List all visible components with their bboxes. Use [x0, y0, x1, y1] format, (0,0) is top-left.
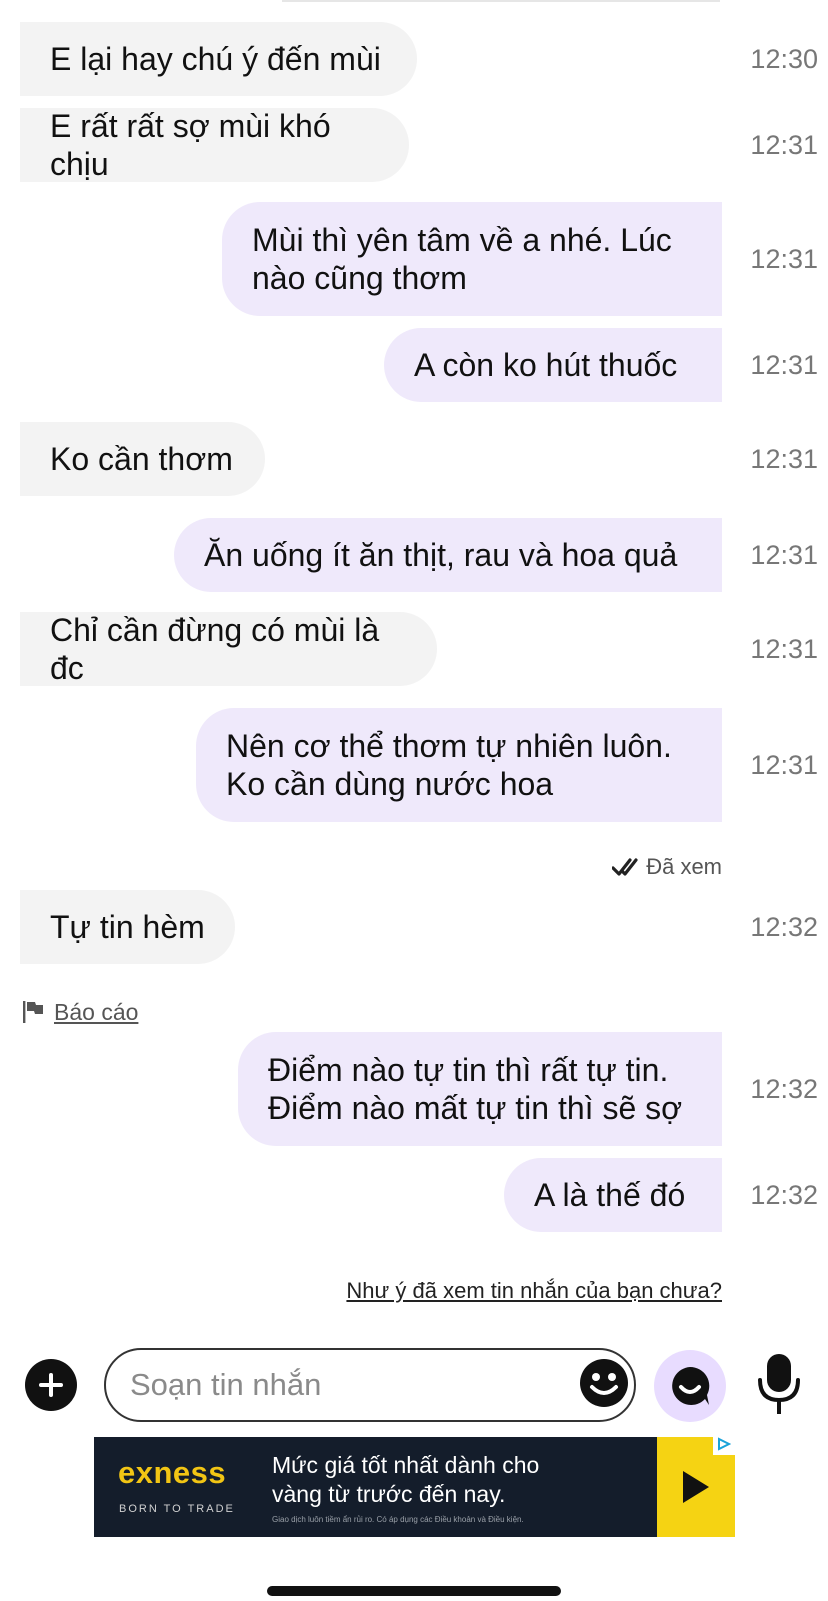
emoji-icon[interactable]: [578, 1357, 630, 1409]
sticker-icon: [672, 1366, 710, 1405]
message-timestamp: 12:31: [750, 243, 818, 274]
add-attachment-icon[interactable]: [25, 1359, 77, 1411]
ad-choices-icon[interactable]: [713, 1433, 735, 1455]
ad-fine-print: Giao dịch luôn tiềm ẩn rủi ro. Có áp dụn…: [272, 1515, 524, 1524]
message-bubble[interactable]: A là thế đó: [504, 1158, 722, 1232]
report-link[interactable]: Báo cáo: [22, 997, 138, 1027]
ad-tagline: BORN TO TRADE: [119, 1503, 235, 1515]
incoming-message: E lại hay chú ý đến mùi 12:30: [0, 22, 828, 96]
seen-prompt-link[interactable]: Như ý đã xem tin nhắn của bạn chưa?: [346, 1278, 722, 1304]
ad-banner[interactable]: exness BORN TO TRADE Mức giá tốt nhất dà…: [94, 1433, 735, 1537]
report-label[interactable]: Báo cáo: [54, 999, 138, 1026]
message-bubble[interactable]: Điểm nào tự tin thì rất tự tin. Điểm nào…: [238, 1032, 722, 1146]
message-timestamp: 12:32: [750, 1073, 818, 1104]
message-bubble[interactable]: Tự tin hèm: [20, 890, 235, 964]
sticker-button[interactable]: [654, 1350, 726, 1422]
outgoing-message: Điểm nào tự tin thì rất tự tin. Điểm nào…: [0, 1032, 828, 1146]
outgoing-message: Ăn uống ít ăn thịt, rau và hoa quả 12:31: [0, 518, 828, 592]
flag-icon: [23, 1001, 43, 1023]
message-input-placeholder: Soạn tin nhắn: [130, 1367, 322, 1402]
incoming-message: Tự tin hèm 12:32: [0, 890, 828, 964]
message-bubble[interactable]: Nên cơ thể thơm tự nhiên luôn. Ko cần dù…: [196, 708, 722, 822]
outgoing-message: Nên cơ thể thơm tự nhiên luôn. Ko cần dù…: [0, 708, 828, 822]
play-icon: [683, 1471, 709, 1503]
seen-indicator: Đã xem: [612, 852, 722, 882]
message-bubble[interactable]: Mùi thì yên tâm về a nhé. Lúc nào cũng t…: [222, 202, 722, 316]
incoming-message: Ko cần thơm 12:31: [0, 422, 828, 496]
message-bubble[interactable]: Ko cần thơm: [20, 422, 265, 496]
outgoing-message: Mùi thì yên tâm về a nhé. Lúc nào cũng t…: [0, 202, 828, 316]
message-bubble[interactable]: Chỉ cần đừng có mùi là đc: [20, 612, 437, 686]
message-timestamp: 12:31: [750, 749, 818, 780]
home-indicator: [267, 1586, 561, 1596]
message-input[interactable]: Soạn tin nhắn: [104, 1348, 636, 1422]
message-timestamp: 12:31: [750, 349, 818, 380]
message-bubble[interactable]: E rất rất sợ mùi khó chịu: [20, 108, 409, 182]
composer-bar: Soạn tin nhắn: [0, 1345, 828, 1425]
outgoing-message: A còn ko hút thuốc 12:31: [0, 328, 828, 402]
message-timestamp: 12:32: [750, 911, 818, 942]
message-timestamp: 12:31: [750, 443, 818, 474]
ad-headline: Mức giá tốt nhất dành cho vàng từ trước …: [272, 1452, 540, 1507]
message-timestamp: 12:31: [750, 539, 818, 570]
message-timestamp: 12:31: [750, 129, 818, 160]
incoming-message: Chỉ cần đừng có mùi là đc 12:31: [0, 612, 828, 686]
message-bubble[interactable]: E lại hay chú ý đến mùi: [20, 22, 417, 96]
message-timestamp: 12:30: [750, 43, 818, 74]
message-timestamp: 12:32: [750, 1179, 818, 1210]
microphone-icon[interactable]: [757, 1352, 801, 1416]
ad-brand-logo: exness: [118, 1455, 227, 1490]
message-timestamp: 12:31: [750, 633, 818, 664]
double-check-icon: [612, 858, 638, 876]
message-bubble[interactable]: A còn ko hút thuốc: [384, 328, 722, 402]
top-divider: [282, 0, 720, 2]
outgoing-message: A là thế đó 12:32: [0, 1158, 828, 1232]
message-bubble[interactable]: Ăn uống ít ăn thịt, rau và hoa quả: [174, 518, 722, 592]
incoming-message: E rất rất sợ mùi khó chịu 12:31: [0, 108, 828, 182]
seen-label: Đã xem: [646, 854, 722, 879]
